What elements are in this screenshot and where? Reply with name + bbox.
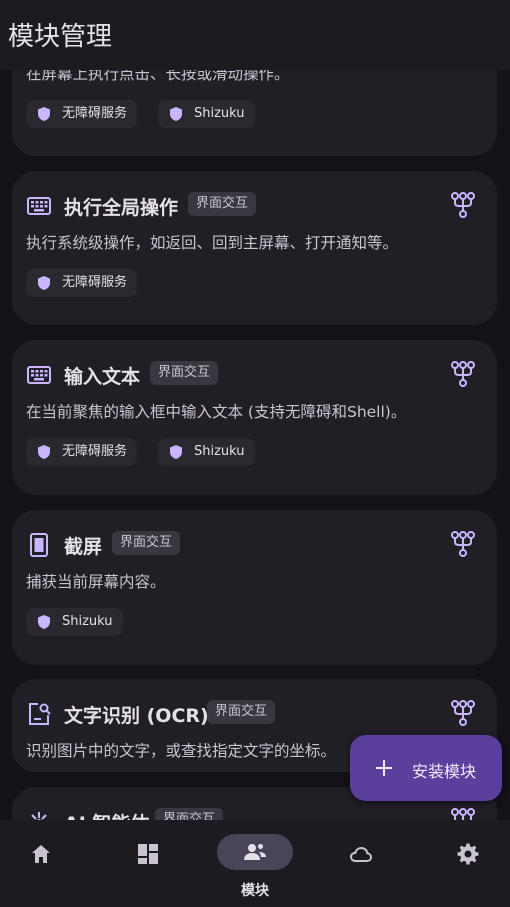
category-tag: 界面交互 <box>155 808 224 820</box>
keyboard-icon <box>27 366 51 384</box>
nav-item-modules[interactable]: 模块 <box>217 834 297 899</box>
keyboard-icon <box>27 197 51 215</box>
module-description: 捕获当前屏幕内容。 <box>26 573 166 591</box>
shield-icon <box>38 276 50 290</box>
chip-label: 无障碍服务 <box>62 275 128 290</box>
module-title: 文字识别 (OCR) <box>64 705 209 727</box>
module-title: 执行全局操作 <box>64 197 179 219</box>
page-title: 模块管理 <box>8 22 113 52</box>
requirement-chip-shizuku: Shizuku <box>26 608 123 636</box>
settings-icon <box>457 843 479 865</box>
category-tag: 界面交互 <box>188 192 257 216</box>
nav-item-home[interactable] <box>1 834 81 894</box>
shield-icon <box>170 445 182 459</box>
text-search-icon <box>29 703 51 725</box>
shield-icon <box>38 615 50 629</box>
requirement-chip-accessibility: 无障碍服务 <box>26 269 138 297</box>
top-app-bar: 模块管理 <box>0 0 510 70</box>
modules-icon <box>244 844 266 860</box>
nav-label-modules: 模块 <box>241 883 269 899</box>
nav-item-settings[interactable] <box>428 834 508 894</box>
module-card-screenshot[interactable]: 截屏 界面交互 捕获当前屏幕内容。 Shizuku <box>12 510 497 665</box>
requirement-chip-shizuku: Shizuku <box>158 438 255 466</box>
category-tag: 界面交互 <box>207 700 276 724</box>
install-module-label: 安装模块 <box>412 762 477 781</box>
plus-icon <box>376 760 392 776</box>
chip-label: 无障碍服务 <box>62 106 128 121</box>
workflow-icon[interactable] <box>449 807 477 820</box>
shield-icon <box>38 445 50 459</box>
requirement-chip-accessibility: 无障碍服务 <box>26 100 138 128</box>
home-icon <box>32 845 50 863</box>
shield-icon <box>38 107 50 121</box>
shield-icon <box>170 107 182 121</box>
category-tag: 界面交互 <box>150 361 219 385</box>
module-card-global-action[interactable]: 执行全局操作 界面交互 执行系统级操作，如返回、回到主屏幕、打开通知等。 无障碍… <box>12 171 497 325</box>
module-description: 识别图片中的文字，或查找指定文字的坐标。 <box>26 742 337 760</box>
module-description: 在当前聚焦的输入框中输入文本 (支持无障碍和Shell)。 <box>26 403 407 421</box>
category-tag: 界面交互 <box>112 531 181 555</box>
bottom-navigation: 模块 <box>0 820 510 907</box>
ai-agent-icon <box>31 812 47 820</box>
install-module-button[interactable]: 安装模块 <box>350 735 502 801</box>
nav-item-cloud[interactable] <box>321 834 401 894</box>
module-card-input-text[interactable]: 输入文本 界面交互 在当前聚焦的输入框中输入文本 (支持无障碍和Shell)。 … <box>12 340 497 495</box>
workflow-icon[interactable] <box>449 530 477 558</box>
chip-label: Shizuku <box>194 106 245 121</box>
module-list[interactable]: 在屏幕上执行点击、长按或滑动操作。 无障碍服务 Shizuku 执行全局操作 界… <box>0 0 510 820</box>
module-title: AI 智能体 <box>64 809 149 820</box>
chip-label: 无障碍服务 <box>62 444 128 459</box>
screenshot-icon <box>30 533 48 557</box>
workflow-icon[interactable] <box>449 699 477 727</box>
cloud-icon <box>349 846 373 862</box>
dashboard-icon <box>138 844 158 864</box>
nav-item-dashboard[interactable] <box>108 834 188 894</box>
chip-label: Shizuku <box>194 444 245 459</box>
chip-label: Shizuku <box>62 614 113 629</box>
workflow-icon[interactable] <box>449 191 477 219</box>
module-title: 截屏 <box>64 536 103 558</box>
requirement-chip-accessibility: 无障碍服务 <box>26 438 138 466</box>
workflow-icon[interactable] <box>449 360 477 388</box>
module-description: 执行系统级操作，如返回、回到主屏幕、打开通知等。 <box>26 234 399 252</box>
module-title: 输入文本 <box>64 366 141 388</box>
requirement-chip-shizuku: Shizuku <box>158 100 255 128</box>
